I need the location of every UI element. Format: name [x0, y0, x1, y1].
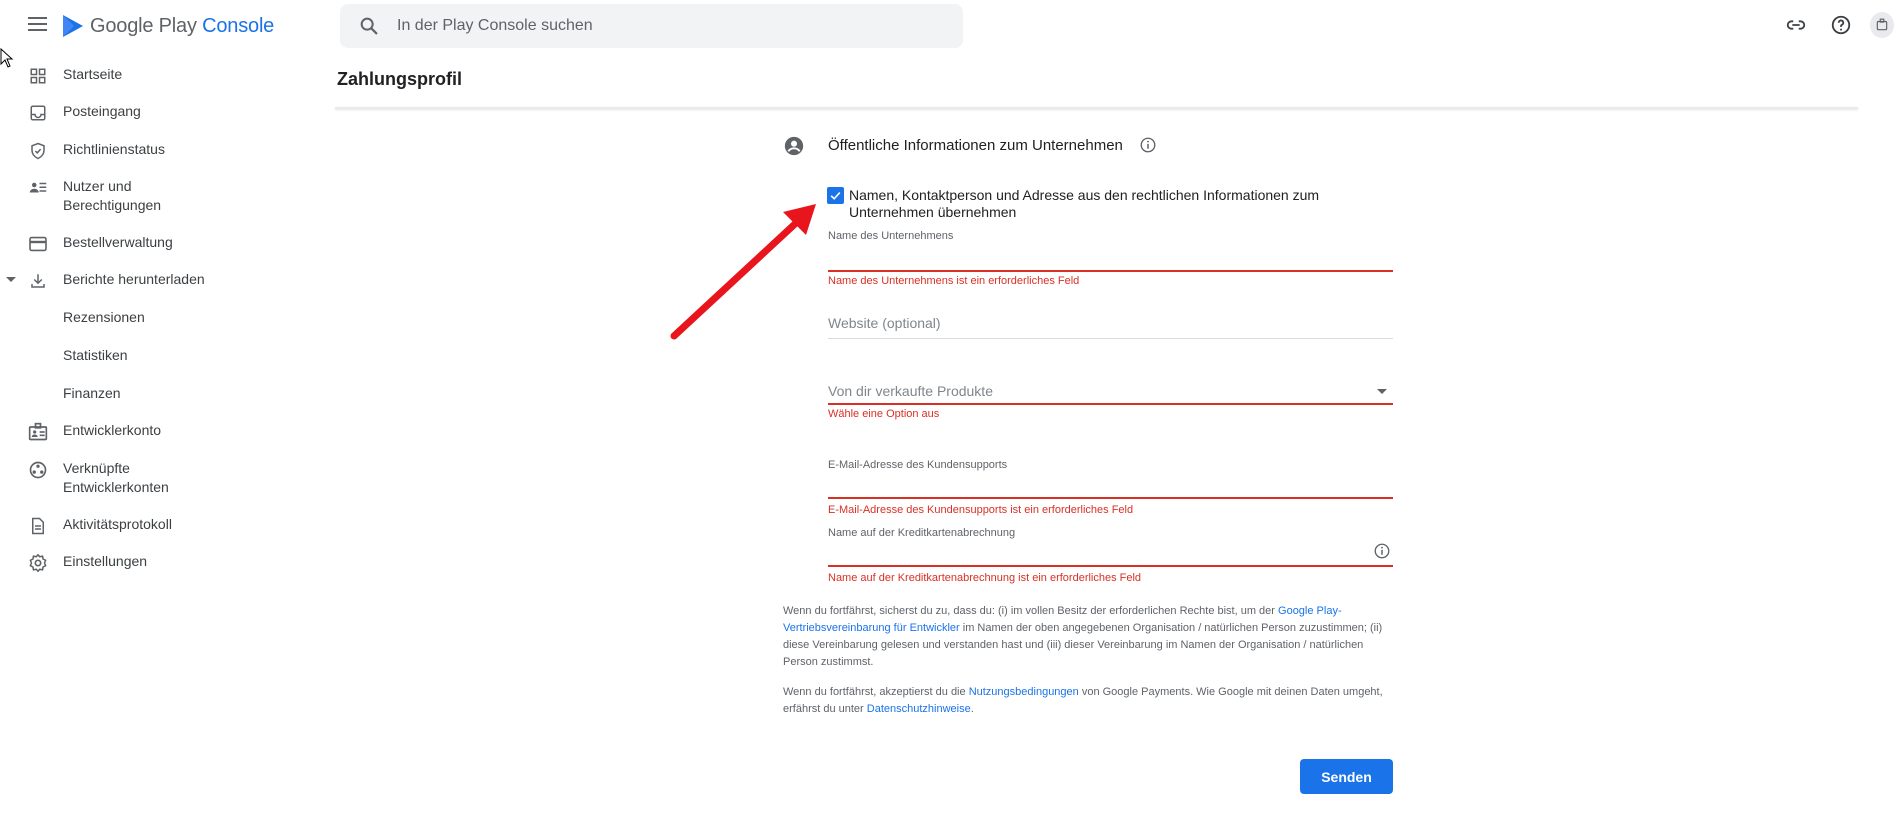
privacy-notice-link[interactable]: Datenschutzhinweise: [867, 703, 971, 715]
badge-icon: [27, 421, 49, 443]
products-error: Wähle eine Option aus: [828, 408, 940, 420]
sidebar-item-label: Finanzen: [63, 385, 121, 401]
legal-terms-text: Wenn du fortfährst, akzeptierst du die N…: [783, 686, 1383, 715]
sidebar-item-label: Statistiken: [63, 347, 128, 363]
sidebar-item-label: Einstellungen: [63, 553, 148, 569]
products-select-label: Von dir verkaufte Produkte: [828, 383, 993, 399]
gear-icon: [27, 552, 49, 574]
products-select[interactable]: Von dir verkaufte Produkte: [828, 380, 1393, 404]
products-underline: [828, 403, 1393, 405]
sidebar-item-label: Rezensionen: [63, 309, 145, 325]
info-icon[interactable]: [1139, 136, 1157, 154]
sidebar-item-label: Berichte herunterladen: [63, 271, 205, 287]
terms-of-service-link[interactable]: Nutzungsbedingungen: [969, 686, 1079, 698]
statement-name-label: Name auf der Kreditkartenabrechnung: [828, 527, 1016, 539]
section-title: Öffentliche Informationen zum Unternehme…: [828, 137, 1123, 154]
account-avatar[interactable]: [1870, 12, 1894, 38]
linked-accounts-icon: [27, 459, 49, 481]
sidebar-item-entwicklerkonto[interactable]: Entwicklerkonto: [0, 421, 300, 443]
website-input[interactable]: [828, 312, 1368, 334]
download-icon: [27, 270, 49, 292]
document-icon: [27, 515, 49, 537]
sidebar-item-berichte[interactable]: Berichte herunterladen: [0, 270, 300, 292]
submit-button[interactable]: Senden: [1300, 759, 1393, 794]
checkbox-label[interactable]: Namen, Kontaktperson und Adresse aus den…: [849, 187, 1349, 221]
company-name-label: Name des Unternehmens: [828, 230, 954, 242]
users-list-icon: [27, 177, 49, 199]
sidebar-item-einstellungen[interactable]: Einstellungen: [0, 552, 300, 574]
sidebar-item-label: Entwicklerkonto: [63, 422, 162, 438]
title-divider: [335, 107, 1858, 109]
search-bar[interactable]: [340, 4, 963, 48]
sidebar-item-verknuepfte-konten[interactable]: Verknüpfte Entwicklerkonten: [0, 459, 300, 499]
statement-name-underline: [828, 565, 1393, 567]
statement-name-error: Name auf der Kreditkartenabrechnung ist …: [828, 572, 1142, 584]
sidebar-item-label: Nutzer und Berechtigungen: [63, 178, 162, 213]
info-icon[interactable]: [1373, 542, 1391, 560]
sidebar-item-statistiken[interactable]: Statistiken: [0, 346, 300, 368]
legal-agreement-text: Wenn du fortfährst, sicherst du zu, dass…: [783, 605, 1383, 668]
company-name-underline: [828, 270, 1393, 272]
shield-icon: [27, 140, 49, 162]
app-name: Google Play Console: [90, 14, 275, 37]
page-title: Zahlungsprofil: [337, 69, 462, 89]
support-email-label: E-Mail-Adresse des Kundensupports: [828, 459, 1008, 471]
sidebar-item-aktivitaetsprotokoll[interactable]: Aktivitätsprotokoll: [0, 515, 300, 537]
sidebar-item-nutzer[interactable]: Nutzer und Berechtigungen: [0, 177, 300, 217]
sidebar-item-label: Bestellverwaltung: [63, 234, 173, 250]
sidebar-item-bestellverwaltung[interactable]: Bestellverwaltung: [0, 233, 300, 255]
annotation-arrow-icon: [670, 204, 816, 340]
account-circle-icon: [784, 136, 804, 156]
sidebar-item-rezensionen[interactable]: Rezensionen: [0, 308, 300, 330]
statement-name-input[interactable]: [828, 541, 1368, 563]
top-app-bar: Google Play Console: [0, 0, 1894, 50]
sidebar-item-label: Richtlinienstatus: [63, 141, 165, 157]
support-email-underline: [828, 497, 1393, 499]
sidebar-item-startseite[interactable]: Startseite: [0, 65, 300, 87]
check-icon: [830, 191, 841, 200]
sidebar-item-posteingang[interactable]: Posteingang: [0, 102, 300, 124]
credit-card-icon: [27, 233, 49, 255]
search-input[interactable]: [397, 17, 897, 35]
sidebar-item-richtlinienstatus[interactable]: Richtlinienstatus: [0, 140, 300, 162]
company-name-error: Name des Unternehmens ist ein erforderli…: [828, 275, 1080, 287]
dropdown-arrow-icon: [1377, 389, 1387, 394]
sidebar-item-label: Verknüpfte Entwicklerkonten: [63, 460, 169, 495]
search-icon: [360, 17, 378, 35]
sidebar-item-label: Aktivitätsprotokoll: [63, 516, 172, 532]
app-logo[interactable]: Google Play Console: [62, 13, 274, 39]
play-console-logo-icon: [63, 15, 83, 37]
sidebar-item-label: Posteingang: [63, 103, 141, 119]
help-icon[interactable]: [1828, 12, 1854, 38]
sidebar-item-finanzen[interactable]: Finanzen: [0, 384, 300, 406]
link-icon[interactable]: [1783, 12, 1809, 38]
inbox-icon: [27, 102, 49, 124]
chevron-down-icon: [6, 277, 16, 282]
website-underline: [828, 338, 1393, 339]
support-email-error: E-Mail-Adresse des Kundensupports ist ei…: [828, 504, 1134, 516]
hamburger-menu-icon[interactable]: [24, 14, 52, 36]
company-name-input[interactable]: [828, 245, 1368, 267]
support-email-input[interactable]: [828, 472, 1368, 494]
sidebar-item-label: Startseite: [63, 66, 123, 82]
dashboard-icon: [27, 65, 49, 87]
